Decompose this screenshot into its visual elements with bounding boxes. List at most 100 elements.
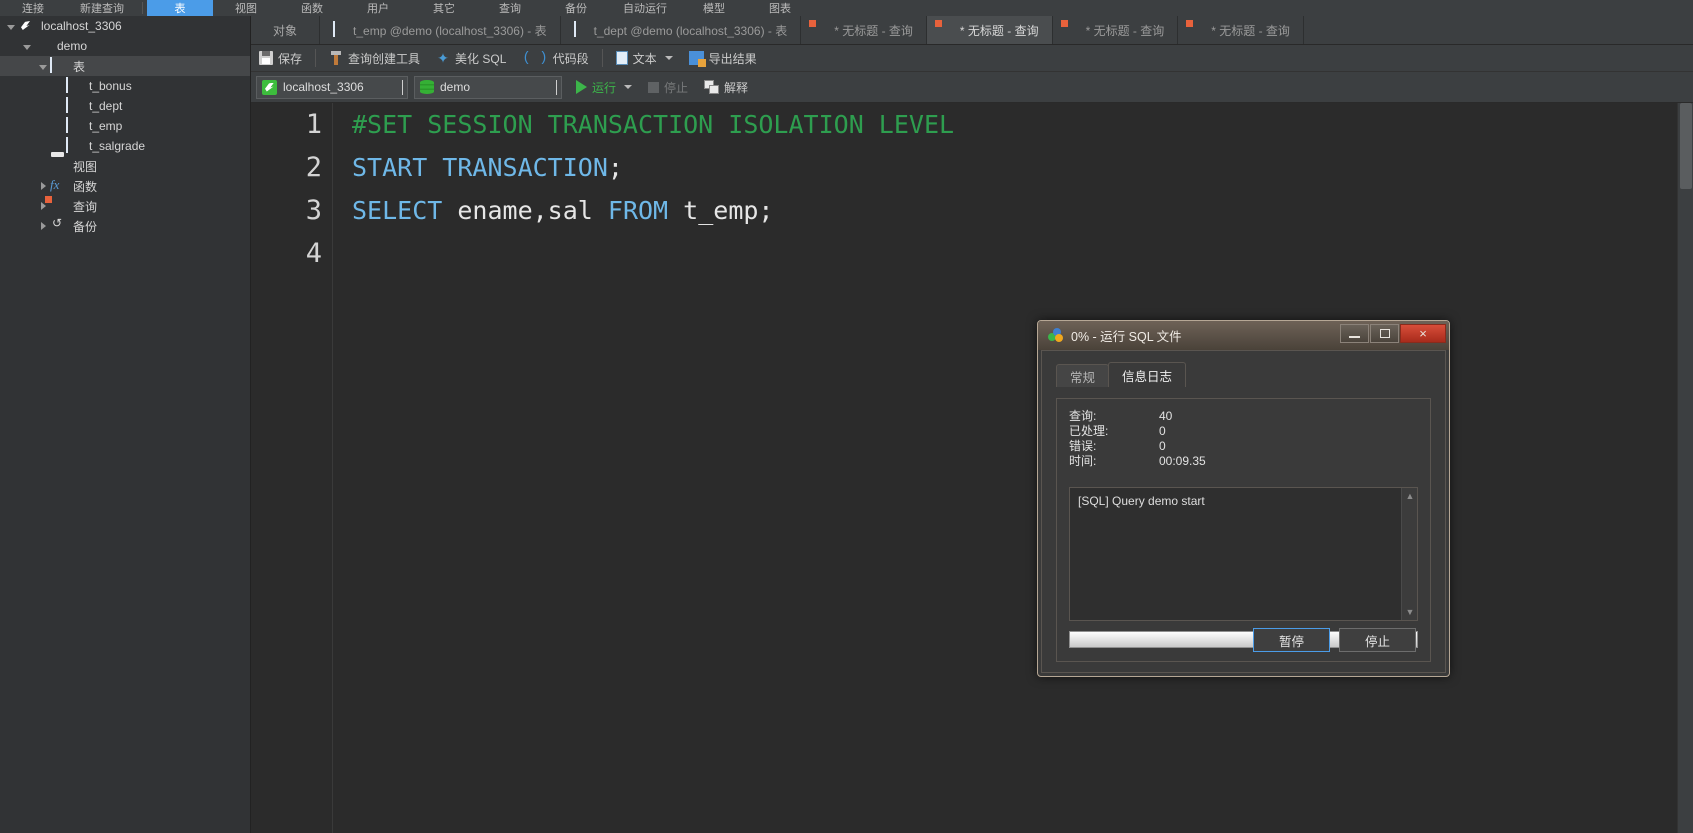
tree-item-label: 表 xyxy=(73,59,86,74)
code-line[interactable] xyxy=(352,232,1677,275)
chevron-down-icon[interactable] xyxy=(664,56,673,60)
document-tab-label: t_dept @demo (localhost_3306) - 表 xyxy=(593,23,788,38)
explain-button-label: 解释 xyxy=(724,80,749,95)
tree-item-函数[interactable]: fx 函数 xyxy=(0,176,250,196)
code-line[interactable]: SELECT ename,sal FROM t_emp; xyxy=(352,189,1677,232)
database-select[interactable]: demo xyxy=(414,75,562,99)
close-button[interactable]: × xyxy=(1400,324,1446,343)
server-icon xyxy=(18,18,36,34)
chevron-down-icon[interactable] xyxy=(36,56,50,76)
tree-item-表[interactable]: 表 xyxy=(0,56,250,76)
menu-item-connection[interactable]: 连接 xyxy=(0,0,66,16)
sql-editor[interactable]: 1 2 3 4 #SET SESSION TRANSACTION ISOLATION … xyxy=(251,103,1693,833)
save-button[interactable]: 保存 xyxy=(251,47,310,70)
minimize-button[interactable] xyxy=(1340,324,1369,343)
editor-vertical-scrollbar[interactable] xyxy=(1677,103,1693,833)
log-textarea[interactable]: [SQL] Query demo start ▲ ▼ xyxy=(1069,487,1418,621)
dialog-tab[interactable]: 信息日志 xyxy=(1108,362,1187,387)
editor-toolbar-secondary[interactable]: localhost_3306 demo 运行 停止 解释 xyxy=(251,72,1693,103)
table-icon xyxy=(66,77,84,94)
tree-item-t_bonus[interactable]: t_bonus xyxy=(0,76,250,96)
object-tree-sidebar[interactable]: localhost_3306demo 表 t_bonus t_dept t_emp t_s… xyxy=(0,16,251,833)
tree-item-label: t_salgrade xyxy=(89,139,146,153)
export-results-button[interactable]: 导出结果 xyxy=(681,47,765,70)
chevron-right-icon[interactable] xyxy=(36,176,50,196)
document-tab[interactable]: * 无标题 - 查询 xyxy=(1053,16,1179,44)
chevron-down-icon[interactable] xyxy=(20,36,34,56)
tree-item-label: localhost_3306 xyxy=(41,19,122,33)
menu-item-new-query[interactable]: 新建查询 xyxy=(66,0,138,16)
tree-item-demo[interactable]: demo xyxy=(0,36,250,56)
dialog-tab-strip[interactable]: 常规 信息日志 xyxy=(1042,362,1445,387)
statistic-label: 已处理: xyxy=(1069,424,1109,438)
scroll-up-icon[interactable]: ▲ xyxy=(1405,491,1415,501)
menu-divider xyxy=(142,2,143,14)
snippet-button[interactable]: ( ) 代码段 xyxy=(514,47,596,70)
dialog-body: 常规 信息日志 查询: 40 已处理: 0 错误: 0 时间: 00:09.35 [SQL] Q… xyxy=(1041,350,1446,673)
text-mode-button[interactable]: 文本 xyxy=(608,47,681,70)
document-tab[interactable]: * 无标题 - 查询 xyxy=(926,16,1053,44)
chevron-down-icon[interactable] xyxy=(392,80,403,95)
chevron-right-icon[interactable] xyxy=(36,216,50,236)
export-results-label: 导出结果 xyxy=(708,51,757,66)
tree-item-t_salgrade[interactable]: t_salgrade xyxy=(0,136,250,156)
dialog-pause-button[interactable]: 暂停 xyxy=(1253,628,1330,652)
maximize-button[interactable] xyxy=(1370,324,1399,343)
code-line[interactable]: START TRANSACTION; xyxy=(352,146,1677,189)
scroll-down-icon[interactable]: ▼ xyxy=(1405,607,1415,617)
dialog-stop-button[interactable]: 停止 xyxy=(1339,628,1416,652)
save-icon xyxy=(259,51,273,65)
tree-item-localhost_3306[interactable]: localhost_3306 xyxy=(0,16,250,36)
document-tab[interactable]: t_emp @demo (localhost_3306) - 表 xyxy=(320,16,561,44)
menu-item-user[interactable]: 用户 xyxy=(345,0,411,16)
menu-item-model[interactable]: 模型 xyxy=(681,0,747,16)
scrollbar-thumb[interactable] xyxy=(1680,103,1692,189)
dialog-button-row[interactable]: 暂停 停止 xyxy=(1253,628,1416,652)
document-tab-strip[interactable]: 对象 t_emp @demo (localhost_3306) - 表 t_dep… xyxy=(251,16,1693,45)
dialog-tab[interactable]: 常规 xyxy=(1056,364,1110,387)
menu-item-label: 表 xyxy=(174,3,186,15)
document-tab[interactable]: * 无标题 - 查询 xyxy=(801,16,927,44)
log-vertical-scrollbar[interactable]: ▲ ▼ xyxy=(1401,488,1417,620)
tree-item-备份[interactable]: 备份 xyxy=(0,216,250,236)
dialog-title-bar[interactable]: 0% - 运行 SQL 文件 × xyxy=(1038,321,1449,350)
chevron-down-icon[interactable] xyxy=(546,80,557,95)
run-sql-file-dialog[interactable]: 0% - 运行 SQL 文件 × 常规 信息日志 查询: 40 已处理: 0 错误: 0 时间… xyxy=(1037,320,1450,677)
server-icon xyxy=(262,79,277,95)
menu-item-autorun[interactable]: 自动运行 xyxy=(609,0,681,16)
menu-item-function[interactable]: 函数 xyxy=(279,0,345,16)
editor-toolbar-primary[interactable]: 保存 查询创建工具 ✦ 美化 SQL ( ) 代码段 文本 导出结果 xyxy=(251,45,1693,72)
menu-item-chart[interactable]: 图表 xyxy=(747,0,813,16)
connection-select[interactable]: localhost_3306 xyxy=(256,75,408,99)
menu-item-query[interactable]: 查询 xyxy=(477,0,543,16)
hammer-icon xyxy=(329,51,343,65)
document-tab[interactable]: t_dept @demo (localhost_3306) - 表 xyxy=(561,16,802,44)
main-pane: 对象 t_emp @demo (localhost_3306) - 表 t_dep… xyxy=(251,16,1693,833)
code-line[interactable]: #SET SESSION TRANSACTION ISOLATION LEVEL xyxy=(352,103,1677,146)
table-icon xyxy=(66,137,84,154)
chevron-down-icon[interactable] xyxy=(624,85,633,89)
menu-item-view[interactable]: 视图 xyxy=(213,0,279,16)
query-icon xyxy=(940,22,955,38)
tree-item-查询[interactable]: 查询 xyxy=(0,196,250,216)
run-button[interactable]: 运行 xyxy=(568,76,640,99)
tree-item-视图[interactable]: 视图 xyxy=(0,156,250,176)
save-button-label: 保存 xyxy=(278,51,303,66)
menu-item-other[interactable]: 其它 xyxy=(411,0,477,16)
menu-item-backup[interactable]: 备份 xyxy=(543,0,609,16)
query-icon xyxy=(1066,22,1081,38)
statistic-label: 查询: xyxy=(1069,409,1097,423)
tab-object[interactable]: 对象 xyxy=(251,16,321,44)
explain-button[interactable]: 解释 xyxy=(696,76,756,99)
menu-item-table[interactable]: 表 xyxy=(147,0,213,16)
toolbar-divider xyxy=(601,49,603,67)
query-icon xyxy=(814,22,829,38)
beautify-sql-button[interactable]: ✦ 美化 SQL xyxy=(428,47,514,70)
query-builder-button[interactable]: 查询创建工具 xyxy=(321,47,428,70)
sql-code-area[interactable]: #SET SESSION TRANSACTION ISOLATION LEVEL… xyxy=(334,103,1677,833)
chevron-down-icon[interactable] xyxy=(4,16,18,36)
tree-item-t_emp[interactable]: t_emp xyxy=(0,116,250,136)
window-controls[interactable]: × xyxy=(1340,324,1446,343)
document-tab[interactable]: * 无标题 - 查询 xyxy=(1178,16,1304,44)
tree-item-t_dept[interactable]: t_dept xyxy=(0,96,250,116)
